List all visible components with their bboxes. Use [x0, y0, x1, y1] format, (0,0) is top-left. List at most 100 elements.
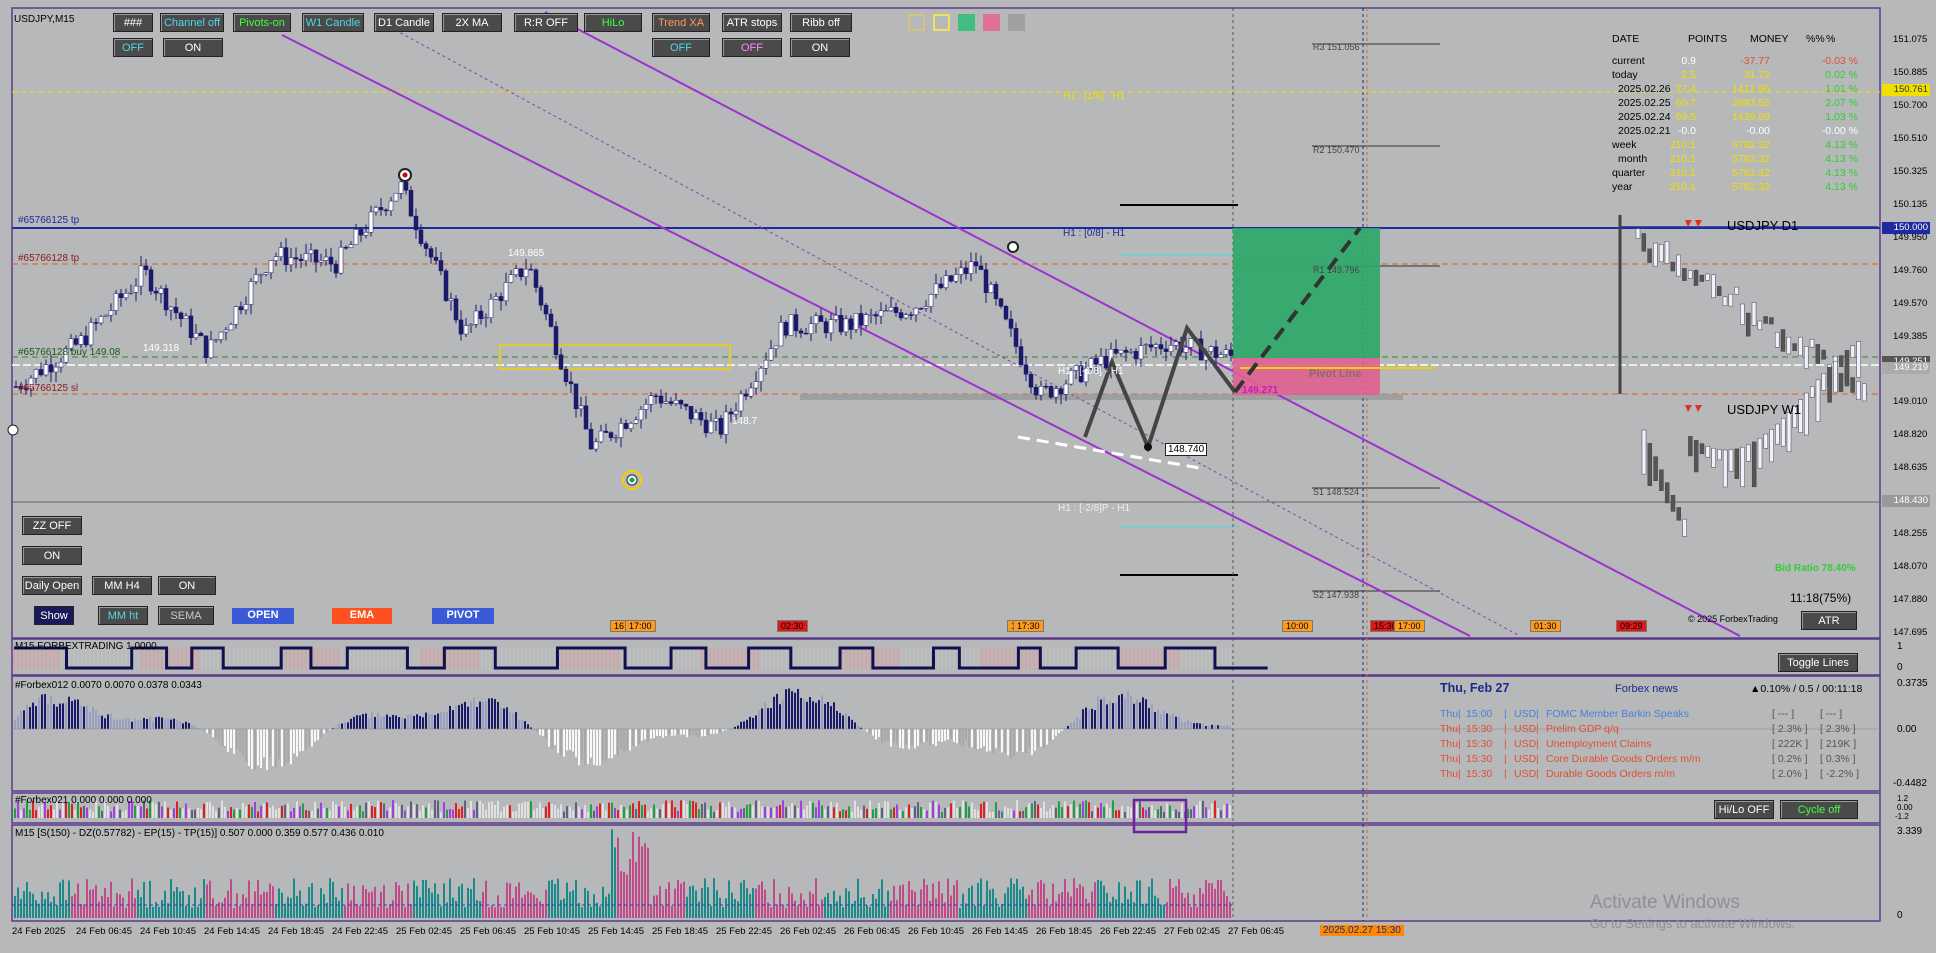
time-axis-label: 26 Feb 02:45: [780, 926, 836, 937]
mm-ht-button[interactable]: MM ht: [98, 606, 148, 625]
ind3-bar: [992, 811, 994, 818]
ind4-bar: [416, 885, 418, 918]
ind3-bar: [1202, 800, 1204, 818]
daily-open-button[interactable]: Daily Open: [22, 576, 82, 595]
toolbar-toggle[interactable]: OFF: [722, 38, 782, 57]
ind2-bar: [83, 706, 85, 729]
candle-body: [368, 211, 374, 233]
toolbar-toggle[interactable]: OFF: [113, 38, 153, 57]
toolbar-button[interactable]: Channel off: [160, 13, 224, 32]
ind4-bar: [929, 900, 931, 918]
toolbar-toggle[interactable]: ON: [163, 38, 223, 57]
ind3-bar: [527, 801, 529, 818]
ind3-bar: [422, 805, 424, 818]
stats-money: -0.00: [1746, 125, 1770, 137]
toolbar-button[interactable]: Pivots-on: [233, 13, 291, 32]
ind2-bar: [212, 729, 214, 738]
zz-off-button[interactable]: ZZ OFF: [22, 516, 82, 535]
mini-candle: [1774, 332, 1780, 348]
atr-button[interactable]: ATR: [1801, 611, 1857, 630]
toolbar-button[interactable]: 2X MA: [442, 13, 502, 32]
toolbar-button[interactable]: HiLo: [584, 13, 642, 32]
stats-money: 1417.96: [1732, 83, 1770, 95]
ind2-bar: [80, 706, 82, 729]
price-tag: 149.318: [143, 343, 180, 354]
ind2-bar: [278, 729, 280, 760]
news-item[interactable]: Thu 15:30 USD Unemployment Claims[ 222K ][ …: [1440, 738, 1860, 752]
ind4-bar: [491, 905, 493, 918]
candle-body: [708, 420, 714, 434]
pivot-line-label: Pivot Line: [1309, 368, 1362, 380]
stats-header-date: DATE: [1612, 33, 1640, 45]
mm-h4-button[interactable]: MM H4: [92, 576, 152, 595]
ind4-bar: [1049, 905, 1051, 918]
mm-state-button[interactable]: ON: [158, 576, 216, 595]
color-swatch[interactable]: [933, 14, 950, 31]
ema-button[interactable]: EMA: [332, 608, 392, 624]
candle-body: [928, 294, 934, 307]
ind2-bar: [953, 729, 955, 743]
ind2-bar: [185, 721, 187, 729]
toolbar-button[interactable]: Ribb off: [790, 13, 852, 32]
ind2-bar: [563, 729, 565, 757]
ind3-bar: [935, 801, 937, 818]
ind4-bar: [719, 897, 721, 918]
ind3-bar: [83, 805, 85, 818]
ind3-bar: [1028, 803, 1030, 818]
ind2-bar: [827, 702, 829, 729]
color-swatch[interactable]: [1008, 14, 1025, 31]
ind4-bar: [572, 890, 574, 918]
edge-marker: [7, 424, 19, 436]
toolbar-button[interactable]: ATR stops: [722, 13, 782, 32]
toolbar-button[interactable]: ###: [113, 13, 153, 32]
color-swatch[interactable]: [908, 14, 925, 31]
ind4-bar: [680, 883, 682, 918]
toolbar-toggle[interactable]: ON: [790, 38, 850, 57]
ind2-bar: [983, 729, 985, 747]
news-item[interactable]: Thu 15:30 USD Core Durable Goods Orders m/m…: [1440, 753, 1860, 767]
ind2-scale-mid: 0.00: [1897, 724, 1917, 735]
ind4-bar: [701, 887, 703, 918]
candle-body: [773, 345, 779, 349]
sema-button[interactable]: SEMA: [158, 606, 214, 625]
toolbar-button[interactable]: Trend XA: [652, 13, 710, 32]
news-item[interactable]: Thu 15:00 USD FOMC Member Barkin Speaks[ --…: [1440, 708, 1860, 722]
mini-candle: [1745, 312, 1751, 337]
news-separator: |: [1504, 723, 1507, 735]
ind4-bar: [920, 889, 922, 918]
time-axis-label: 26 Feb 18:45: [1036, 926, 1092, 937]
r3-label: R3 151.056: [1313, 42, 1360, 52]
toolbar-button[interactable]: W1 Candle: [302, 13, 364, 32]
candle-body: [838, 314, 844, 333]
color-swatch[interactable]: [983, 14, 1000, 31]
stats-points: 0.9: [1681, 55, 1696, 67]
news-item[interactable]: Thu 15:30 USD Prelim GDP q/q[ 2.3% ][ 2.3% …: [1440, 723, 1860, 737]
toolbar-button[interactable]: R:R OFF: [514, 13, 578, 32]
color-swatch[interactable]: [958, 14, 975, 31]
ind2-bar: [227, 729, 229, 752]
show-button[interactable]: Show: [34, 606, 74, 625]
ind3-bar: [839, 811, 841, 818]
candle-body: [353, 229, 359, 245]
cycle-off-button[interactable]: Cycle off: [1780, 800, 1858, 819]
pivot-button[interactable]: PIVOT: [432, 608, 494, 624]
ind4-bar: [425, 879, 427, 918]
toggle-lines-button[interactable]: Toggle Lines: [1778, 653, 1858, 672]
toolbar-toggle[interactable]: OFF: [652, 38, 710, 57]
news-item[interactable]: Thu 15:30 USD Durable Goods Orders m/m[ 2.0…: [1440, 768, 1860, 782]
hilo-off-button[interactable]: Hi/Lo OFF: [1714, 800, 1774, 819]
ind3-bar: [212, 806, 214, 818]
ind2-bar: [521, 720, 523, 729]
open-button[interactable]: OPEN: [232, 608, 294, 624]
ind1-label: M15 FORBEXTRADING 1.0000: [15, 641, 157, 652]
ind2-bar: [719, 729, 721, 734]
toolbar-button[interactable]: D1 Candle: [374, 13, 434, 32]
ind3-bar: [1127, 806, 1129, 818]
ind3-bar: [419, 810, 421, 818]
mini-candle: [1780, 329, 1786, 352]
candle-body: [1158, 344, 1164, 350]
mini-candle: [1664, 241, 1670, 264]
ind2-bar: [959, 729, 961, 745]
ind1-scale-bottom: 0: [1897, 662, 1903, 673]
zz-state-button[interactable]: ON: [22, 546, 82, 565]
